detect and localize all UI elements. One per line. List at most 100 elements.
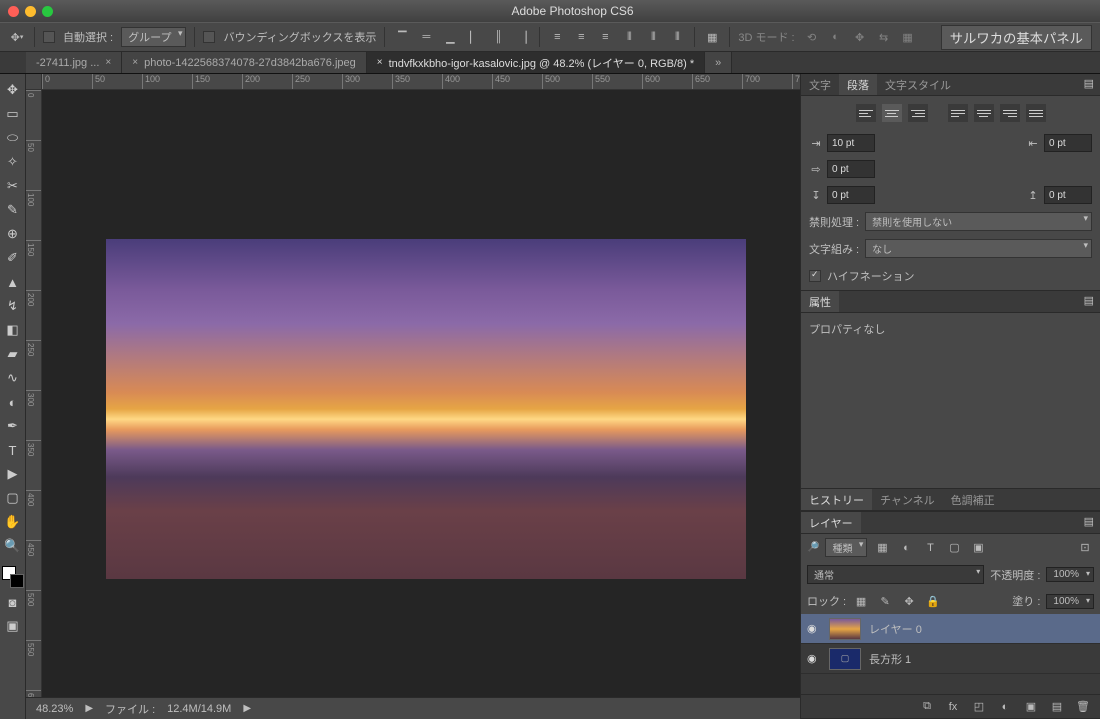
zoom-tool[interactable]: 🔍 — [2, 536, 24, 556]
align-right-icon[interactable]: ▕ — [513, 28, 531, 46]
bbox-checkbox[interactable] — [203, 31, 215, 43]
move-tool-icon[interactable]: ✥▾ — [8, 28, 26, 46]
dist-hcenter-icon[interactable]: ⦀ — [644, 28, 662, 46]
dist-right-icon[interactable]: ⦀ — [668, 28, 686, 46]
filter-type-icon[interactable]: T — [921, 539, 939, 557]
tab-channels[interactable]: チャンネル — [872, 489, 943, 510]
screenmode-tool[interactable]: ▣ — [2, 616, 24, 636]
status-dropdown-icon[interactable]: ▶ — [243, 703, 251, 714]
zoom-value[interactable]: 48.23% — [36, 703, 73, 715]
zoom-dropdown-icon[interactable]: ▶ — [85, 703, 93, 714]
panel-menu-icon[interactable]: ▤ — [1078, 291, 1100, 312]
tab-history[interactable]: ヒストリー — [801, 489, 872, 510]
justify-center-btn[interactable] — [974, 104, 994, 122]
move-tool[interactable]: ✥ — [2, 80, 24, 100]
layer-name[interactable]: 長方形 1 — [869, 651, 911, 667]
blend-mode-dropdown[interactable]: 通常 — [807, 565, 984, 584]
tabs-overflow[interactable]: » — [705, 52, 732, 73]
blur-tool[interactable]: ∿ — [2, 368, 24, 388]
fill-input[interactable]: 100% — [1046, 594, 1094, 609]
hyphenation-checkbox[interactable] — [809, 270, 821, 282]
indent-first-input[interactable] — [827, 160, 875, 178]
type-tool[interactable]: T — [2, 440, 24, 460]
filter-toggle-icon[interactable]: ⊡ — [1076, 539, 1094, 557]
kinsoku-dropdown[interactable]: 禁則を使用しない — [865, 212, 1092, 231]
close-window[interactable] — [8, 6, 19, 17]
fx-icon[interactable]: fx — [944, 698, 962, 716]
close-icon[interactable]: × — [105, 57, 111, 68]
hand-tool[interactable]: ✋ — [2, 512, 24, 532]
zoom-window[interactable] — [42, 6, 53, 17]
lock-paint-icon[interactable]: ✎ — [876, 592, 894, 610]
link-icon[interactable]: ⧉ — [918, 698, 936, 716]
indent-left-input[interactable] — [827, 134, 875, 152]
panel-menu-icon[interactable]: ▤ — [1078, 512, 1100, 533]
mask-icon[interactable]: ◰ — [970, 698, 988, 716]
tab-paragraph[interactable]: 段落 — [839, 74, 877, 95]
path-select-tool[interactable]: ▶ — [2, 464, 24, 484]
indent-right-input[interactable] — [1044, 134, 1092, 152]
marquee-tool[interactable]: ▭ — [2, 104, 24, 124]
lock-move-icon[interactable]: ✥ — [900, 592, 918, 610]
auto-select-checkbox[interactable] — [43, 31, 55, 43]
justify-left-btn[interactable] — [948, 104, 968, 122]
dist-left-icon[interactable]: ⦀ — [620, 28, 638, 46]
brush-tool[interactable]: ✐ — [2, 248, 24, 268]
tab-character[interactable]: 文字 — [801, 74, 839, 95]
wand-tool[interactable]: ✧ — [2, 152, 24, 172]
align-hcenter-icon[interactable]: ║ — [489, 28, 507, 46]
auto-select-dropdown[interactable]: グループ — [121, 27, 186, 47]
dist-vcenter-icon[interactable]: ≡ — [572, 28, 590, 46]
filter-kind-dropdown[interactable]: 種類 — [825, 538, 867, 557]
dist-top-icon[interactable]: ≡ — [548, 28, 566, 46]
layer-thumb[interactable] — [829, 618, 861, 640]
stamp-tool[interactable]: ▲ — [2, 272, 24, 292]
quickmask-tool[interactable]: ◙ — [2, 592, 24, 612]
align-vcenter-icon[interactable]: ═ — [417, 28, 435, 46]
align-bottom-icon[interactable]: ▁ — [441, 28, 459, 46]
dodge-tool[interactable]: ◐ — [2, 392, 24, 412]
close-icon[interactable]: × — [132, 57, 138, 68]
filter-shape-icon[interactable]: ▢ — [945, 539, 963, 557]
color-swatches[interactable] — [2, 566, 24, 588]
pen-tool[interactable]: ✒ — [2, 416, 24, 436]
eyedropper-tool[interactable]: ✎ — [2, 200, 24, 220]
filter-pixel-icon[interactable]: ▦ — [873, 539, 891, 557]
filter-smart-icon[interactable]: ▣ — [969, 539, 987, 557]
doc-tab-0[interactable]: -27411.jpg ...× — [26, 52, 122, 73]
document-canvas[interactable] — [106, 239, 746, 579]
auto-align-icon[interactable]: ▦ — [703, 28, 721, 46]
heal-tool[interactable]: ⊕ — [2, 224, 24, 244]
opacity-input[interactable]: 100% — [1046, 567, 1094, 582]
doc-tab-2[interactable]: ×tndvfkxkbho-igor-kasalovic.jpg @ 48.2% … — [367, 52, 705, 73]
align-right-btn[interactable] — [908, 104, 928, 122]
mojikumi-dropdown[interactable]: なし — [865, 239, 1092, 258]
filter-adjust-icon[interactable]: ◐ — [897, 539, 915, 557]
layer-name[interactable]: レイヤー 0 — [869, 621, 922, 637]
tab-adjustments[interactable]: 色調補正 — [943, 489, 1003, 510]
visibility-icon[interactable]: ◉ — [807, 622, 821, 635]
doc-tab-1[interactable]: ×photo-1422568374078-27d3842ba676.jpeg — [122, 52, 367, 73]
close-icon[interactable]: × — [377, 57, 383, 68]
layer-row[interactable]: ◉ レイヤー 0 — [801, 614, 1100, 644]
justify-all-btn[interactable] — [1026, 104, 1046, 122]
lasso-tool[interactable]: ⬭ — [2, 128, 24, 148]
crop-tool[interactable]: ✂ — [2, 176, 24, 196]
minimize-window[interactable] — [25, 6, 36, 17]
history-brush-tool[interactable]: ↯ — [2, 296, 24, 316]
layer-thumb[interactable]: ▢ — [829, 648, 861, 670]
align-left-icon[interactable]: ▏ — [465, 28, 483, 46]
lock-all-icon[interactable]: 🔒 — [924, 592, 942, 610]
group-icon[interactable]: ▣ — [1022, 698, 1040, 716]
shape-tool[interactable]: ▢ — [2, 488, 24, 508]
lock-trans-icon[interactable]: ▦ — [852, 592, 870, 610]
dist-bottom-icon[interactable]: ≡ — [596, 28, 614, 46]
align-top-icon[interactable]: ▔ — [393, 28, 411, 46]
gradient-tool[interactable]: ▰ — [2, 344, 24, 364]
eraser-tool[interactable]: ◧ — [2, 320, 24, 340]
layer-row[interactable]: ◉ ▢ 長方形 1 — [801, 644, 1100, 674]
canvas-area[interactable]: 0501001502002503003504004505005506006507… — [26, 74, 800, 719]
tab-layers[interactable]: レイヤー — [801, 512, 861, 533]
space-before-input[interactable] — [827, 186, 875, 204]
tab-char-style[interactable]: 文字スタイル — [877, 74, 959, 95]
